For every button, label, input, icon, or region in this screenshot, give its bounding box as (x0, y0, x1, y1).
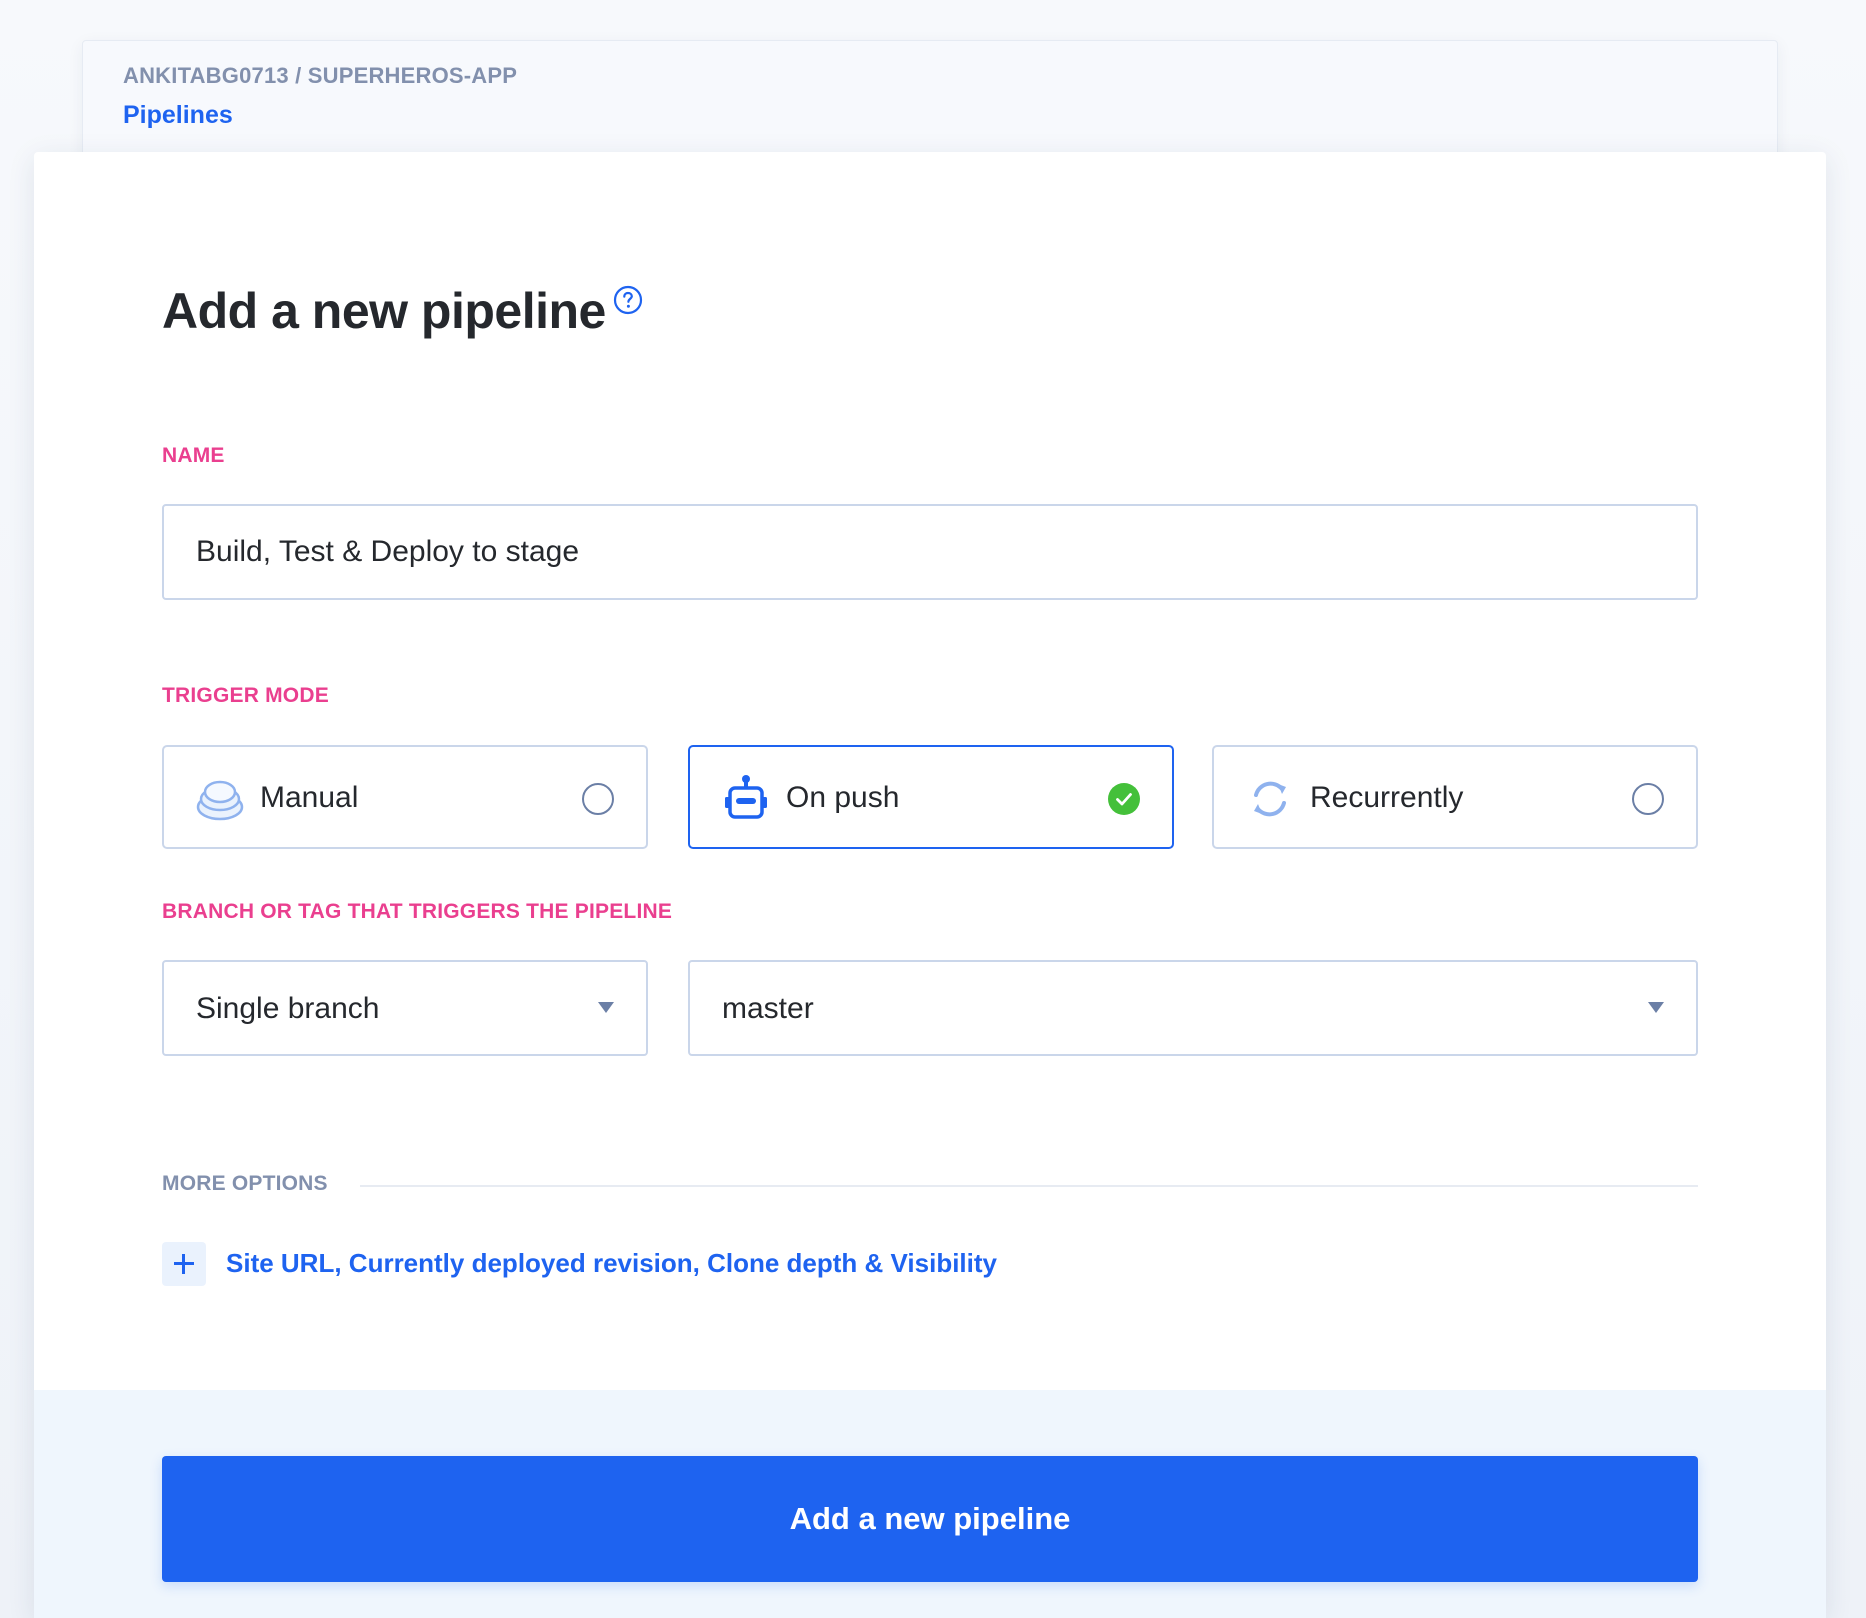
pipelines-link[interactable]: Pipelines (123, 101, 233, 130)
chevron-down-icon (1648, 1002, 1664, 1013)
branch-value: master (722, 992, 814, 1025)
trigger-option-label: Recurrently (1310, 781, 1464, 814)
trigger-option-manual[interactable]: Manual (162, 745, 648, 849)
hand-stack-icon (196, 780, 244, 821)
branch-type-value: Single branch (196, 992, 380, 1025)
more-options-link[interactable]: Site URL, Currently deployed revision, C… (226, 1248, 997, 1279)
chevron-down-icon (598, 1002, 614, 1013)
breadcrumb: ANKITABG0713 / SUPERHEROS-APP (123, 63, 518, 88)
add-pipeline-form: Add a new pipeline NAME TRIGGER MODE Man… (34, 152, 1826, 1618)
add-pipeline-button[interactable]: Add a new pipeline (162, 1456, 1698, 1582)
name-label: NAME (162, 444, 225, 467)
pipeline-name-input[interactable] (162, 504, 1698, 600)
trigger-option-on-push[interactable]: On push (688, 745, 1174, 849)
branch-label: BRANCH OR TAG THAT TRIGGERS THE PIPELINE (162, 900, 673, 923)
radio-unselected[interactable] (582, 783, 614, 815)
trigger-option-label: Manual (260, 781, 359, 814)
trigger-option-recurrently[interactable]: Recurrently (1212, 745, 1698, 849)
branch-type-select[interactable]: Single branch (162, 960, 648, 1056)
plus-icon[interactable] (162, 1242, 206, 1286)
branch-select[interactable]: master (688, 960, 1698, 1056)
page-title: Add a new pipeline (162, 283, 606, 339)
more-options-label: MORE OPTIONS (162, 1172, 328, 1195)
radio-unselected[interactable] (1632, 783, 1664, 815)
check-circle-icon (1108, 783, 1140, 815)
trigger-option-label: On push (786, 781, 900, 814)
divider (360, 1185, 1698, 1187)
question-circle-icon[interactable] (612, 284, 644, 316)
refresh-icon (1254, 781, 1286, 817)
trigger-mode-label: TRIGGER MODE (162, 684, 329, 707)
robot-icon (725, 775, 767, 819)
